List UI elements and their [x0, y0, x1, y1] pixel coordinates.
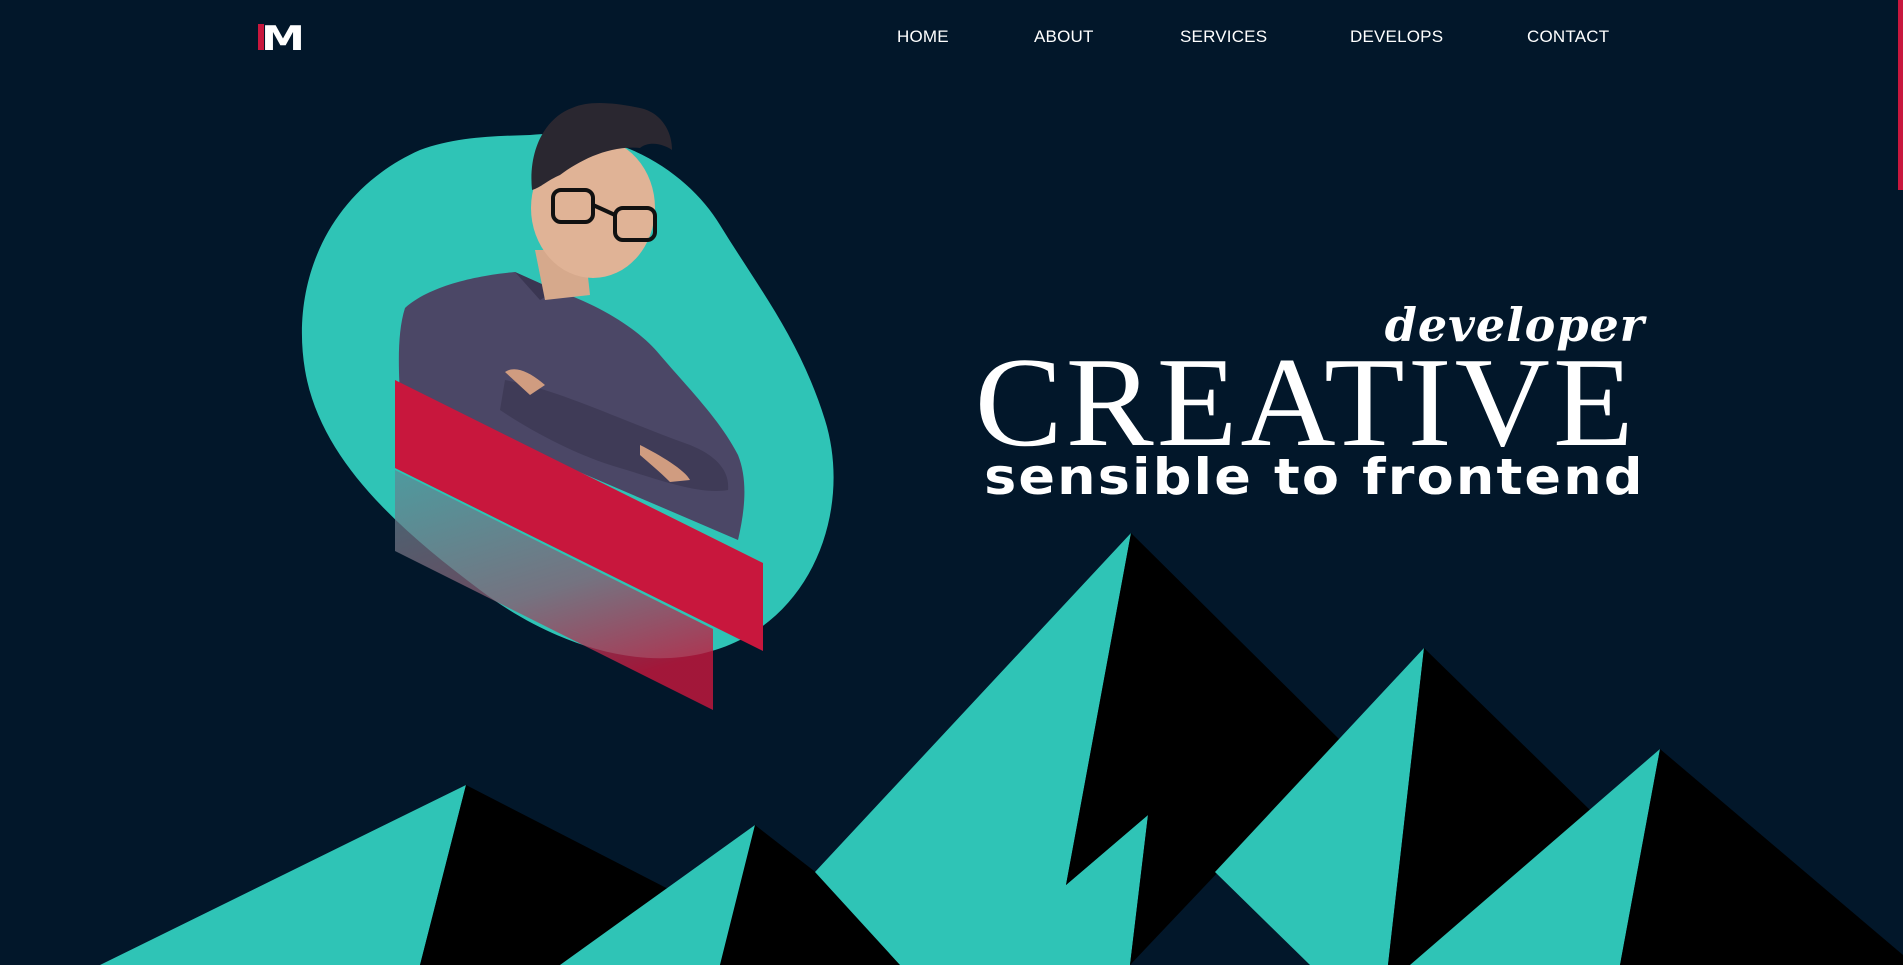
nav-home[interactable]: HOME: [897, 26, 949, 48]
nav-develops[interactable]: DEVELOPS: [1350, 26, 1443, 48]
mountain-1-lit: [100, 785, 466, 965]
hero-title: CREATIVE: [975, 331, 1637, 473]
page: M HOME ABOUT SERVICES DEVELOPS CONTACT d…: [0, 0, 1903, 965]
nav-contact[interactable]: CONTACT: [1527, 26, 1609, 48]
brand-logo-text: M: [261, 22, 305, 52]
hero-tagline-bottom: sensible to frontend: [984, 448, 1645, 506]
hero-headline: developer CREATIVE sensible to frontend: [940, 300, 1645, 510]
nav-about[interactable]: ABOUT: [1034, 26, 1094, 48]
brand-logo[interactable]: M: [256, 22, 310, 52]
mountain-5-shadow: [1620, 749, 1903, 965]
scroll-indicator[interactable]: [1898, 0, 1903, 190]
nav-services[interactable]: SERVICES: [1180, 26, 1267, 48]
